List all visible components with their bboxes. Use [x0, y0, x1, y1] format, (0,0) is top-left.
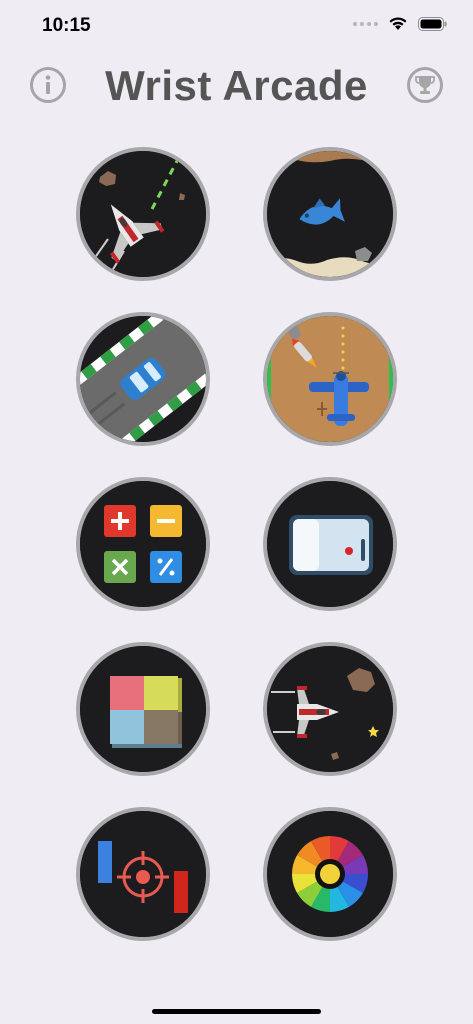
game-tile-pong[interactable] — [263, 477, 397, 611]
home-indicator[interactable] — [152, 1009, 321, 1014]
game-tile-space-shooter[interactable] — [76, 147, 210, 281]
app-header: Wrist Arcade — [0, 58, 473, 114]
car-racing-icon — [80, 316, 206, 442]
cellular-signal-icon — [353, 21, 378, 26]
status-bar: 10:15 — [0, 0, 473, 52]
page-title: Wrist Arcade — [105, 62, 368, 109]
color-blocks-icon — [80, 646, 206, 772]
game-tile-biplane[interactable] — [263, 312, 397, 446]
math-operations-icon — [80, 481, 206, 607]
color-wheel-icon — [267, 811, 393, 937]
space-shooter-horizontal-icon — [267, 646, 393, 772]
target-crosshair-icon — [80, 811, 206, 937]
leaderboard-button[interactable] — [406, 66, 444, 104]
space-shooter-diagonal-icon — [80, 151, 206, 277]
wifi-icon — [389, 17, 407, 30]
game-tile-car-racing[interactable] — [76, 312, 210, 446]
biplane-shooter-icon — [267, 316, 393, 442]
status-icons — [353, 16, 447, 31]
pong-paddle-icon — [267, 481, 393, 607]
game-tile-math[interactable] — [76, 477, 210, 611]
game-tile-asteroid-shooter[interactable] — [263, 642, 397, 776]
game-tile-color-wheel[interactable] — [263, 807, 397, 941]
game-tile-color-blocks[interactable] — [76, 642, 210, 776]
battery-icon — [418, 16, 447, 31]
trophy-icon — [407, 67, 443, 103]
game-tile-fish[interactable] — [263, 147, 397, 281]
fish-swim-icon — [267, 151, 393, 277]
status-time: 10:15 — [42, 15, 91, 36]
game-tile-target[interactable] — [76, 807, 210, 941]
